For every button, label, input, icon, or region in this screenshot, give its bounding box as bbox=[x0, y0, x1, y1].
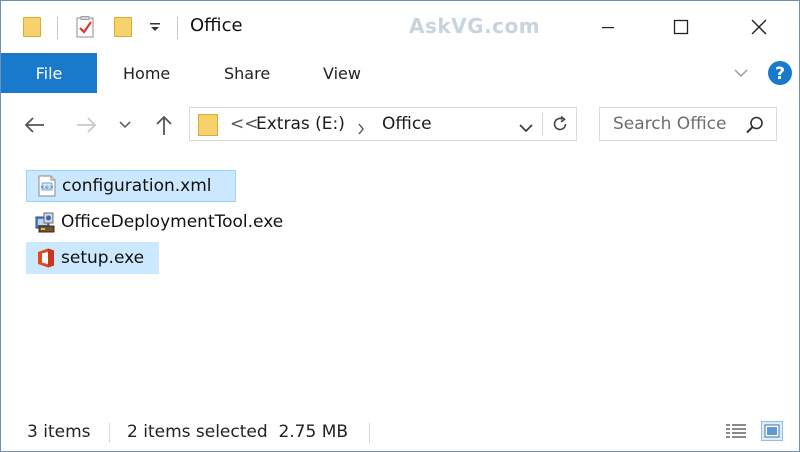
file-name: OfficeDeploymentTool.exe bbox=[61, 212, 284, 232]
navigation-bar: << Extras (E:) Office Search Office bbox=[1, 93, 799, 157]
forward-arrow-icon bbox=[77, 117, 97, 133]
search-box[interactable]: Search Office bbox=[599, 107, 777, 141]
explorer-window: Office AskVG.com File Home Share View ? bbox=[0, 0, 800, 452]
help-icon[interactable]: ? bbox=[767, 60, 793, 90]
status-bar: 3 items 2 items selected 2.75 MB bbox=[1, 413, 799, 451]
status-selection-info: 2 items selected 2.75 MB bbox=[127, 422, 349, 442]
search-icon[interactable] bbox=[745, 115, 765, 139]
breadcrumb-chevron-icon[interactable] bbox=[357, 120, 365, 139]
maximize-icon bbox=[673, 19, 689, 35]
address-history-chevron-icon[interactable] bbox=[518, 119, 534, 138]
breadcrumb-overflow[interactable]: << bbox=[230, 114, 259, 134]
quick-access-separator bbox=[57, 17, 58, 39]
xml-file-icon: <e> bbox=[36, 175, 58, 197]
close-button[interactable] bbox=[736, 1, 782, 53]
breadcrumb-drive[interactable]: Extras (E:) bbox=[256, 114, 345, 134]
status-divider bbox=[369, 423, 370, 443]
new-folder-icon[interactable] bbox=[114, 1, 132, 53]
search-placeholder[interactable]: Search Office bbox=[613, 114, 726, 134]
status-divider bbox=[109, 423, 110, 443]
watermark-text: AskVG.com bbox=[409, 14, 541, 38]
large-icons-view-icon bbox=[764, 424, 780, 438]
customize-quick-access-icon[interactable] bbox=[148, 1, 162, 53]
title-separator bbox=[177, 17, 178, 39]
installer-exe-icon bbox=[35, 211, 57, 233]
recent-locations-button[interactable] bbox=[115, 109, 135, 141]
chevron-down-icon bbox=[119, 121, 131, 129]
folder-icon[interactable] bbox=[23, 1, 41, 53]
file-item-setup[interactable]: setup.exe bbox=[26, 242, 159, 274]
file-name: setup.exe bbox=[61, 248, 145, 268]
status-item-count: 3 items bbox=[27, 422, 91, 442]
tab-view[interactable]: View bbox=[323, 53, 361, 93]
address-bar[interactable]: << Extras (E:) Office bbox=[189, 107, 577, 141]
properties-icon[interactable] bbox=[75, 1, 95, 53]
minimize-button[interactable] bbox=[585, 1, 631, 53]
breadcrumb-folder[interactable]: Office bbox=[382, 114, 432, 134]
title-bar[interactable]: Office AskVG.com bbox=[1, 1, 799, 53]
forward-button[interactable] bbox=[73, 109, 99, 141]
up-arrow-icon bbox=[156, 115, 172, 135]
window-title: Office bbox=[190, 15, 243, 36]
large-icons-view-button[interactable] bbox=[761, 421, 783, 441]
close-icon bbox=[751, 19, 767, 35]
tab-file[interactable]: File bbox=[1, 53, 97, 93]
details-view-button[interactable] bbox=[725, 421, 747, 441]
file-list: <e> configuration.xml OfficeDeploymentTo… bbox=[1, 157, 799, 413]
office-logo-icon bbox=[35, 247, 57, 269]
address-folder-icon bbox=[198, 114, 218, 136]
tab-share[interactable]: Share bbox=[224, 53, 270, 93]
file-item-configuration[interactable]: <e> configuration.xml bbox=[26, 170, 236, 202]
file-name: configuration.xml bbox=[62, 176, 212, 196]
address-divider bbox=[542, 113, 543, 135]
expand-ribbon-icon[interactable] bbox=[733, 65, 749, 85]
minimize-icon bbox=[602, 27, 614, 29]
svg-text:?: ? bbox=[775, 64, 785, 84]
refresh-icon[interactable] bbox=[551, 115, 569, 137]
tab-home[interactable]: Home bbox=[123, 53, 170, 93]
file-item-deployment-tool[interactable]: OfficeDeploymentTool.exe bbox=[26, 206, 326, 238]
back-arrow-icon bbox=[24, 117, 44, 133]
maximize-button[interactable] bbox=[658, 1, 704, 53]
ribbon: File Home Share View ? bbox=[1, 53, 799, 94]
details-view-icon bbox=[726, 424, 746, 438]
svg-text:<e>: <e> bbox=[40, 184, 54, 191]
back-button[interactable] bbox=[22, 109, 48, 141]
up-button[interactable] bbox=[151, 109, 177, 141]
